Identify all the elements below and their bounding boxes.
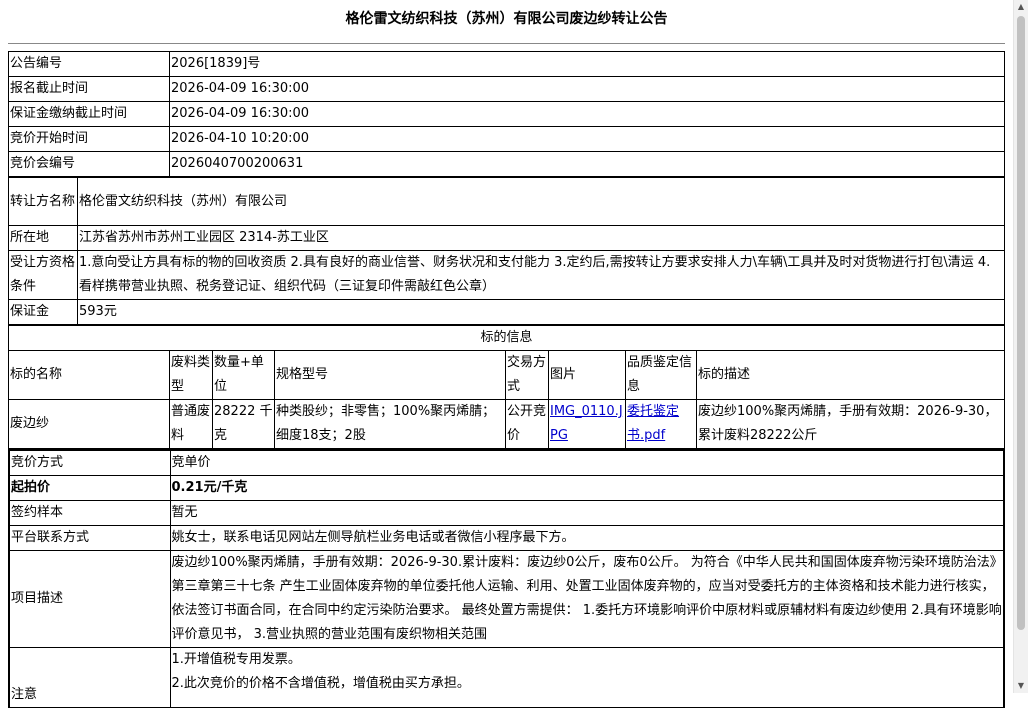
table-row: 签约样本 暂无 (8, 500, 1005, 526)
row-label: 签约样本 (8, 500, 171, 526)
note-line: 1.开增值税专用发票。 (171, 652, 301, 667)
page-title: 格伦雷文纺织科技（苏州）有限公司废边纱转让公告 (345, 11, 668, 27)
starting-price: 0.21元/千克 (169, 475, 1005, 501)
row-label: 公告编号 (8, 51, 170, 77)
note-line: 2.此次竞价的价格不含增值税，增值税由买方承担。 (171, 676, 470, 691)
column-header: 交易方式 (505, 350, 549, 400)
column-header: 标的描述 (696, 350, 1005, 400)
table-header-row: 标的名称 废料类型 数量+单位 规格型号 交易方式 图片 品质鉴定信息 标的描述 (8, 350, 1005, 400)
location: 江苏省苏州市苏州工业园区 2314-苏工业区 (77, 225, 1005, 251)
row-label: 报名截止时间 (8, 76, 170, 102)
row-label: 所在地 (8, 225, 78, 251)
lot-image-cell: IMG_0110.JPG (548, 399, 626, 449)
bidding-info-table: 竞价方式 竞单价 起拍价 0.21元/千克 签约样本 暂无 平台联系方式 姚女士… (8, 449, 1005, 708)
table-row: 竞价开始时间 2026-04-10 10:20:00 (8, 126, 1005, 152)
row-label: 竞价方式 (8, 449, 171, 476)
title-divider (8, 43, 1005, 44)
lot-image-link[interactable]: IMG_0110.JPG (550, 404, 623, 443)
row-label: 保证金 (8, 299, 78, 325)
row-label: 起拍价 (8, 475, 171, 501)
contract-sample: 暂无 (169, 500, 1005, 526)
deposit-deadline: 2026-04-09 16:30:00 (169, 101, 1005, 127)
lot-quantity: 28222 千克 (212, 399, 275, 449)
lot-section-title: 标的信息 (8, 325, 1005, 351)
table-row: 标的信息 (8, 325, 1005, 351)
table-row: 废边纱 普通废料 28222 千克 种类股纱；非零售；100%聚丙烯腈；细度18… (8, 399, 1005, 449)
row-label: 转让方名称 (8, 177, 78, 226)
column-header: 标的名称 (8, 350, 170, 400)
scroll-up-icon[interactable]: ▲ (1014, 0, 1028, 14)
auction-number: 2026040700200631 (169, 151, 1005, 177)
transferor-name: 格伦雷文纺织科技（苏州）有限公司 (77, 177, 1005, 226)
table-row: 竞价方式 竞单价 (8, 449, 1005, 476)
table-row: 保证金 593元 (8, 299, 1005, 325)
vertical-scrollbar[interactable]: ▲ ▼ (1013, 0, 1028, 693)
announcement-page: 格伦雷文纺织科技（苏州）有限公司废边纱转让公告 公告编号 2026[1839]号… (8, 0, 1005, 708)
notes-cell: 1.开增值税专用发票。 2.此次竞价的价格不含增值税，增值税由买方承担。 (169, 647, 1005, 708)
table-row: 注意 1.开增值税专用发票。 2.此次竞价的价格不含增值税，增值税由买方承担。 (8, 647, 1005, 708)
column-header: 图片 (548, 350, 626, 400)
lot-cert-cell: 委托鉴定书.pdf (625, 399, 697, 449)
table-row: 保证金缴纳截止时间 2026-04-09 16:30:00 (8, 101, 1005, 127)
lot-waste-type: 普通废料 (169, 399, 213, 449)
table-row: 项目描述 废边纱100%聚丙烯腈，手册有效期：2026-9-30.累计废料：废边… (8, 550, 1005, 648)
lot-description: 废边纱100%聚丙烯腈，手册有效期：2026-9-30，累计废料28222公斤 (696, 399, 1005, 449)
table-row: 受让方资格条件 1.意向受让方具有标的物的回收资质 2.具有良好的商业信誉、财务… (8, 250, 1005, 300)
scrollbar-thumb[interactable] (1017, 16, 1025, 630)
table-row: 竞价会编号 2026040700200631 (8, 151, 1005, 177)
deposit-amount: 593元 (77, 299, 1005, 325)
column-header: 规格型号 (274, 350, 506, 400)
table-row: 所在地 江苏省苏州市苏州工业园区 2314-苏工业区 (8, 225, 1005, 251)
row-label: 竞价开始时间 (8, 126, 170, 152)
bidding-method: 竞单价 (169, 449, 1005, 476)
lot-spec: 种类股纱；非零售；100%聚丙烯腈；细度18支；2股 (274, 399, 506, 449)
registration-deadline: 2026-04-09 16:30:00 (169, 76, 1005, 102)
announcement-number: 2026[1839]号 (169, 51, 1005, 77)
column-header: 品质鉴定信息 (625, 350, 697, 400)
lot-name: 废边纱 (8, 399, 170, 449)
scroll-down-icon[interactable]: ▼ (1014, 679, 1028, 693)
row-label: 受让方资格条件 (8, 250, 78, 300)
column-header: 废料类型 (169, 350, 213, 400)
row-label: 保证金缴纳截止时间 (8, 101, 170, 127)
table-row: 报名截止时间 2026-04-09 16:30:00 (8, 76, 1005, 102)
announcement-info-table: 公告编号 2026[1839]号 报名截止时间 2026-04-09 16:30… (8, 51, 1005, 177)
row-label: 平台联系方式 (8, 525, 171, 551)
project-description: 废边纱100%聚丙烯腈，手册有效期：2026-9-30.累计废料：废边纱0公斤，… (169, 550, 1005, 648)
quality-cert-link[interactable]: 委托鉴定书.pdf (627, 404, 679, 443)
table-row: 公告编号 2026[1839]号 (8, 51, 1005, 77)
lot-info-table: 标的信息 标的名称 废料类型 数量+单位 规格型号 交易方式 图片 品质鉴定信息… (8, 325, 1005, 449)
table-row: 转让方名称 格伦雷文纺织科技（苏州）有限公司 (8, 177, 1005, 226)
bidding-start-time: 2026-04-10 10:20:00 (169, 126, 1005, 152)
transferor-info-table: 转让方名称 格伦雷文纺织科技（苏州）有限公司 所在地 江苏省苏州市苏州工业园区 … (8, 177, 1005, 325)
lot-trade-method: 公开竞价 (505, 399, 549, 449)
column-header: 数量+单位 (212, 350, 275, 400)
platform-contact: 姚女士，联系电话见网站左侧导航栏业务电话或者微信小程序最下方。 (169, 525, 1005, 551)
row-label: 项目描述 (8, 550, 171, 648)
table-row: 起拍价 0.21元/千克 (8, 475, 1005, 501)
row-label: 注意 (8, 647, 171, 708)
buyer-qualifications: 1.意向受让方具有标的物的回收资质 2.具有良好的商业信誉、财务状况和支付能力 … (77, 250, 1005, 300)
table-row: 平台联系方式 姚女士，联系电话见网站左侧导航栏业务电话或者微信小程序最下方。 (8, 525, 1005, 551)
row-label: 竞价会编号 (8, 151, 170, 177)
